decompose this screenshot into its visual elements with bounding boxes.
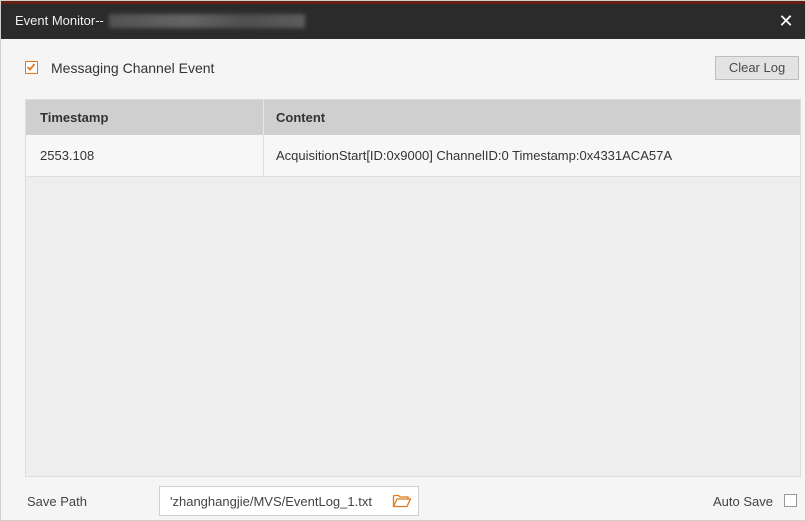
table-row[interactable]: 2553.108 AcquisitionStart[ID:0x9000] Cha… [26, 135, 800, 177]
save-path-field[interactable]: 'zhanghangjie/MVS/EventLog_1.txt [159, 486, 419, 516]
clear-log-button[interactable]: Clear Log [715, 56, 799, 80]
auto-save-label: Auto Save [713, 494, 773, 509]
save-path-value: 'zhanghangjie/MVS/EventLog_1.txt [170, 494, 372, 509]
auto-save-checkbox[interactable] [784, 494, 797, 507]
folder-open-icon[interactable] [392, 493, 412, 509]
timestamp-cell: 2553.108 [40, 148, 95, 163]
close-button[interactable]: ✕ [775, 9, 797, 33]
event-monitor-window: Event Monitor-- ✕ Messaging Channel Even… [0, 0, 806, 521]
messaging-channel-event-checkbox[interactable] [25, 61, 38, 74]
window-title: Event Monitor-- [15, 13, 104, 28]
options-row: Messaging Channel Event Clear Log [25, 56, 801, 84]
save-options-row: Save Path 'zhanghangjie/MVS/EventLog_1.t… [25, 486, 801, 516]
column-header-content[interactable]: Content [276, 100, 325, 135]
redacted-device-name [109, 14, 305, 28]
column-divider [263, 135, 264, 176]
save-path-label: Save Path [27, 494, 87, 509]
content-cell: AcquisitionStart[ID:0x9000] ChannelID:0 … [276, 148, 672, 163]
messaging-channel-event-label: Messaging Channel Event [51, 60, 215, 76]
column-divider [263, 100, 264, 135]
table-header: Timestamp Content [26, 100, 800, 135]
title-bar[interactable]: Event Monitor-- ✕ [1, 1, 805, 39]
column-header-timestamp[interactable]: Timestamp [40, 100, 108, 135]
checkmark-icon [26, 63, 36, 71]
event-log-table: Timestamp Content 2553.108 AcquisitionSt… [25, 99, 801, 477]
